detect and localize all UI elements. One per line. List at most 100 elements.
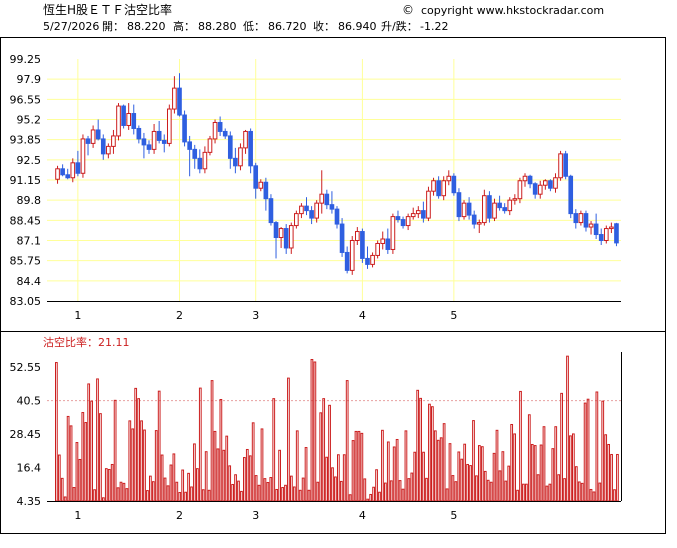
ratio-panel-frame	[0, 331, 666, 534]
info-date: 5/27/2026	[43, 20, 99, 33]
candle-body-down	[451, 175, 457, 194]
ratio-legend: 沽空比率：21.11	[43, 335, 130, 349]
candle-body-up	[354, 231, 360, 241]
candle	[334, 206, 340, 229]
ratio-bar	[492, 452, 496, 502]
candle-body-down	[532, 183, 538, 195]
candle-body-down	[568, 175, 574, 215]
price-y-tick-label: 92.5	[17, 154, 42, 167]
candle-body-up	[512, 198, 518, 201]
candle-body-up	[212, 121, 218, 140]
candle	[390, 213, 396, 254]
ratio-bar	[175, 481, 179, 502]
candle-body-down	[65, 174, 71, 179]
ratio-bar	[398, 480, 402, 502]
candle	[121, 104, 126, 129]
ratio-bar	[422, 451, 425, 502]
ratio-bar	[104, 468, 108, 502]
candle	[100, 134, 106, 160]
info-change-label: 升/跌：	[381, 19, 418, 33]
ratio-bar	[566, 355, 569, 502]
ratio-bar	[116, 487, 120, 502]
candle	[476, 219, 482, 234]
ratio-bar	[196, 468, 199, 502]
candle-body-down	[497, 202, 502, 209]
price-x-tick-label: 5	[450, 309, 457, 322]
ratio-bar	[607, 443, 610, 502]
candle-body-up	[258, 181, 264, 189]
candle-body-down	[222, 130, 228, 137]
ratio-bar	[560, 392, 563, 502]
candle-body-down	[283, 228, 289, 249]
candle-body-down	[471, 214, 477, 225]
price-x-tick-label: 2	[176, 309, 183, 322]
candle-body-up	[558, 153, 563, 179]
info-close-value: 86.940	[338, 20, 377, 33]
ratio-bar	[519, 390, 522, 502]
candle	[451, 173, 457, 196]
ratio-bar	[589, 488, 593, 502]
price-y-tick-label: 83.05	[10, 295, 42, 308]
ratio-bar	[243, 457, 246, 502]
candle	[141, 132, 147, 159]
ratio-bar	[472, 420, 475, 502]
ratio-bar	[87, 383, 91, 502]
ratio-bar	[580, 482, 584, 502]
ratio-bar	[551, 448, 555, 502]
info-close-label: 收：	[313, 19, 335, 33]
ratio-bar	[231, 483, 234, 502]
ratio-bar	[433, 430, 437, 502]
info-change-value: -1.22	[420, 20, 448, 33]
ratio-bar	[598, 482, 602, 502]
ratio-bar	[586, 398, 590, 502]
candle	[85, 135, 91, 156]
candle-body-up	[588, 223, 594, 228]
ratio-bar	[125, 488, 129, 502]
candle-body-down	[593, 223, 599, 236]
candle-body-down	[95, 129, 101, 140]
candle-body-up	[405, 216, 411, 227]
ratio-bar	[386, 441, 390, 502]
candle-body-down	[177, 87, 182, 116]
ratio-bar	[63, 496, 67, 502]
ratio-y-tick-label: 52.55	[10, 361, 42, 374]
chart-svg: 恆生H股ＥＴＦ沽空比率 © copyright www.hkstockradar…	[0, 2, 666, 534]
ratio-bar	[501, 451, 505, 502]
ratio-bar	[457, 451, 461, 502]
candle	[370, 252, 375, 268]
candle-body-down	[156, 130, 162, 141]
ratio-bar	[425, 477, 428, 502]
candle-body-down	[365, 257, 370, 265]
candle-body-up	[522, 175, 528, 182]
candle-body-up	[476, 222, 482, 225]
candle	[309, 206, 314, 225]
ratio-bar	[569, 435, 572, 502]
price-y-tick-label: 91.15	[10, 174, 42, 187]
ratio-bar	[357, 430, 361, 502]
ratio-bar	[439, 437, 443, 502]
candle-body-down	[400, 219, 406, 227]
candle	[456, 188, 462, 222]
candle-body-down	[100, 138, 106, 155]
ratio-bar	[469, 465, 472, 502]
candle-body-down	[395, 216, 401, 221]
copyright-text: copyright www.hkstockradar.com	[421, 4, 604, 17]
candle-body-down	[309, 210, 314, 219]
ratio-bar	[616, 453, 619, 502]
candle-body-down	[456, 192, 462, 218]
ratio-bar	[131, 428, 135, 502]
ratio-x-axis: 1 2 3 4 5	[74, 509, 457, 522]
candle-body-up	[349, 240, 355, 271]
ratio-bar	[354, 430, 358, 502]
candle-body-up	[380, 238, 386, 244]
candle	[268, 194, 274, 226]
ratio-bar	[574, 466, 578, 502]
candle	[299, 203, 304, 219]
candle	[588, 221, 594, 235]
ratio-x-tick-label: 1	[74, 509, 81, 522]
candle	[548, 179, 553, 192]
candle	[349, 236, 355, 275]
ratio-bar	[254, 475, 258, 502]
candle-body-down	[248, 130, 253, 167]
ratio-bar	[613, 489, 616, 502]
